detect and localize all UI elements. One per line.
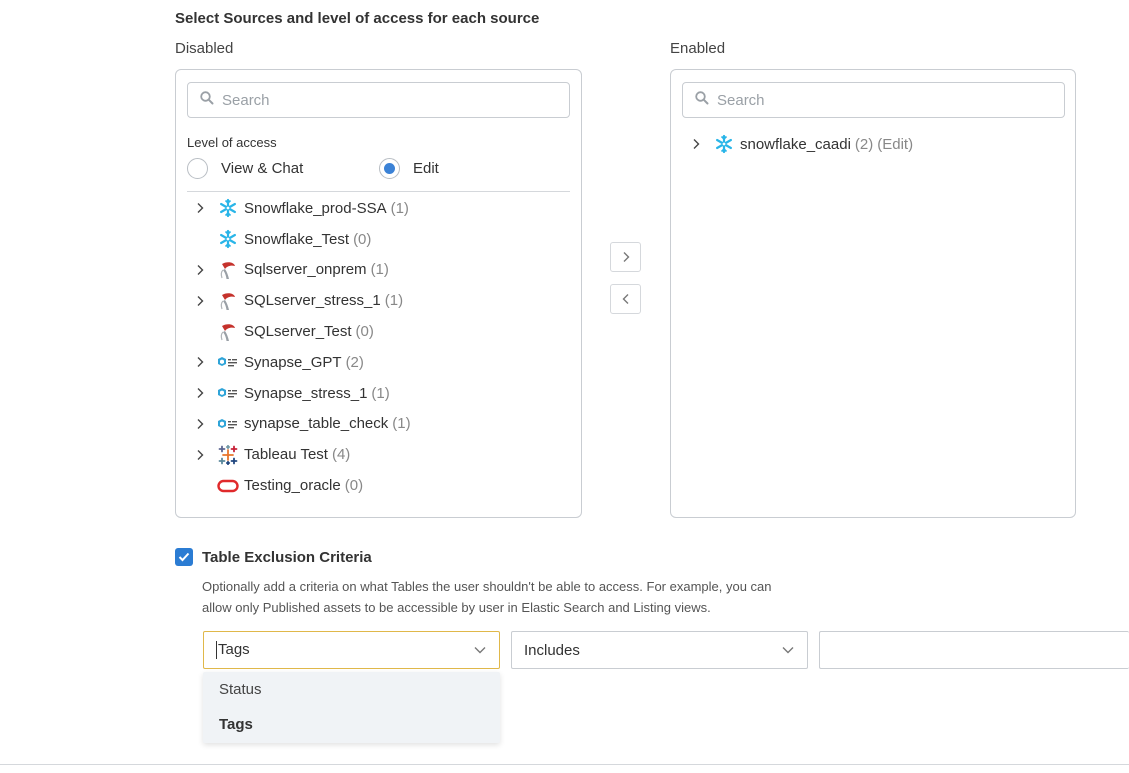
- chevron-right-icon[interactable]: [683, 138, 709, 150]
- chevron-right-icon[interactable]: [187, 264, 213, 276]
- source-name: Tableau Test: [244, 446, 328, 464]
- source-list-item[interactable]: SQLserver_stress_1 (1): [187, 285, 570, 316]
- enabled-label: Enabled: [670, 40, 726, 57]
- sqlserver-icon: [217, 321, 239, 343]
- chevron-right-icon[interactable]: [187, 449, 213, 461]
- tableau-icon: [217, 444, 239, 466]
- source-count: (1): [370, 261, 389, 279]
- source-count: (0): [355, 323, 374, 341]
- move-right-button[interactable]: [610, 242, 641, 272]
- divider: [187, 191, 570, 192]
- disabled-source-list: Snowflake_prod-SSA (1) Snowflake_Test (0) Sq…: [187, 193, 570, 501]
- synapse-icon: [217, 382, 239, 404]
- enabled-search-input[interactable]: [717, 91, 1064, 109]
- chevron-right-icon[interactable]: [187, 356, 213, 368]
- criteria-field-value: Tags: [216, 641, 250, 659]
- snowflake-icon: [217, 197, 239, 219]
- snowflake-icon: [713, 133, 735, 155]
- source-count: (1): [392, 415, 411, 433]
- source-list-item[interactable]: Tableau Test (4): [187, 439, 570, 470]
- chevron-right-icon[interactable]: [187, 418, 213, 430]
- snowflake-icon: [217, 228, 239, 250]
- source-name: Synapse_GPT: [244, 353, 342, 371]
- level-of-access-label: Level of access: [187, 135, 277, 150]
- move-left-button[interactable]: [610, 284, 641, 314]
- source-name: Synapse_stress_1: [244, 384, 368, 402]
- exclusion-checkbox[interactable]: [175, 548, 193, 566]
- source-count: (2): [345, 353, 364, 371]
- source-name: Snowflake_prod-SSA: [244, 199, 387, 217]
- exclusion-title: Table Exclusion Criteria: [202, 548, 372, 566]
- exclusion-description-line: allow only Published assets to be access…: [202, 600, 711, 615]
- source-count: (4): [331, 446, 351, 464]
- enabled-source-item[interactable]: snowflake_caadi (2) (Edit): [683, 133, 913, 155]
- sqlserver-icon: [217, 259, 239, 281]
- source-list-item[interactable]: Testing_oracle (0): [187, 470, 570, 501]
- radio-edit-circle[interactable]: [379, 158, 400, 179]
- source-name: Sqlserver_onprem: [244, 261, 367, 279]
- section-title: Select Sources and level of access for e…: [175, 10, 540, 27]
- disabled-search-input[interactable]: [222, 91, 569, 109]
- source-count: (1): [371, 384, 390, 402]
- source-list-item[interactable]: synapse_table_check (1): [187, 409, 570, 440]
- disabled-search-box[interactable]: [187, 82, 570, 118]
- sqlserver-icon: [217, 290, 239, 312]
- exclusion-description-line: Optionally add a criteria on what Tables…: [202, 579, 772, 594]
- enabled-sources-panel: snowflake_caadi (2) (Edit): [670, 69, 1076, 518]
- synapse-icon: [217, 413, 239, 435]
- source-count: (1): [384, 292, 404, 310]
- criteria-operator-select[interactable]: Includes: [511, 631, 808, 669]
- criteria-operator-value: Includes: [524, 641, 580, 659]
- source-count: (0): [344, 477, 364, 495]
- source-list-item[interactable]: Synapse_stress_1 (1): [187, 378, 570, 409]
- dropdown-option-tags[interactable]: Tags: [203, 707, 500, 742]
- exclusion-description: Optionally add a criteria on what Tables…: [202, 576, 842, 618]
- source-name: synapse_table_check: [244, 415, 389, 433]
- source-list-item[interactable]: SQLserver_Test (0): [187, 316, 570, 347]
- enabled-source-name: snowflake_caadi: [740, 135, 851, 153]
- synapse-icon: [217, 351, 239, 373]
- dropdown-option-status[interactable]: Status: [203, 672, 500, 707]
- search-icon: [695, 90, 709, 110]
- radio-edit-label: Edit: [413, 160, 439, 177]
- source-name: SQLserver_Test: [244, 323, 352, 341]
- chevron-down-icon[interactable]: [781, 643, 795, 661]
- chevron-right-icon[interactable]: [187, 387, 213, 399]
- criteria-field-dropdown-menu: Status Tags: [203, 672, 500, 743]
- source-count: (1): [390, 199, 409, 217]
- criteria-value-input[interactable]: [819, 631, 1129, 669]
- source-name: Snowflake_Test: [244, 230, 350, 248]
- source-list-item[interactable]: Synapse_GPT (2): [187, 347, 570, 378]
- exclusion-criteria-toggle[interactable]: Table Exclusion Criteria: [175, 548, 372, 566]
- radio-view-chat-label: View & Chat: [221, 160, 304, 177]
- chevron-down-icon[interactable]: [473, 643, 487, 661]
- oracle-icon: [217, 475, 239, 497]
- source-name: Testing_oracle: [244, 477, 341, 495]
- criteria-field-select[interactable]: Tags: [203, 631, 500, 669]
- footer-divider: [0, 764, 1129, 765]
- source-list-item[interactable]: Snowflake_prod-SSA (1): [187, 193, 570, 224]
- disabled-label: Disabled: [175, 40, 234, 57]
- source-name: SQLserver_stress_1: [244, 292, 381, 310]
- radio-view-chat[interactable]: View & Chat: [187, 158, 303, 179]
- source-list-item[interactable]: Sqlserver_onprem (1): [187, 255, 570, 286]
- enabled-source-access: (Edit): [877, 135, 914, 153]
- source-count: (0): [353, 230, 372, 248]
- chevron-right-icon[interactable]: [187, 295, 213, 307]
- chevron-right-icon[interactable]: [187, 202, 213, 214]
- source-list-item[interactable]: Snowflake_Test (0): [187, 224, 570, 255]
- radio-edit[interactable]: Edit: [379, 158, 439, 179]
- search-icon: [200, 90, 214, 110]
- enabled-source-count: (2): [854, 135, 874, 153]
- enabled-search-box[interactable]: [682, 82, 1065, 118]
- disabled-sources-panel: Level of access View & Chat Edit Snowfla…: [175, 69, 582, 518]
- radio-view-chat-circle[interactable]: [187, 158, 208, 179]
